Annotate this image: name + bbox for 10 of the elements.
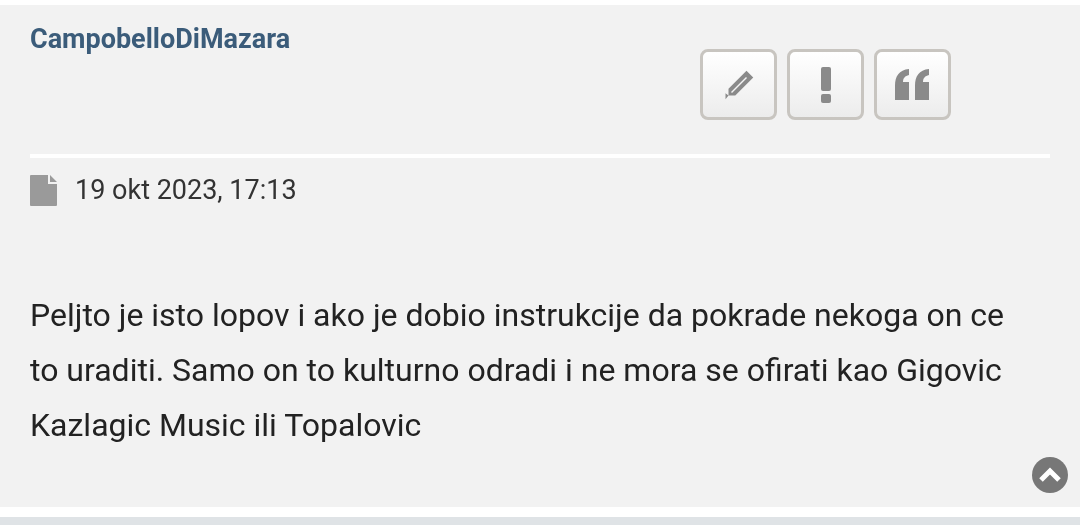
exclamation-icon	[818, 66, 833, 103]
report-button[interactable]	[787, 49, 864, 120]
back-to-top-button[interactable]	[1032, 457, 1068, 493]
author-link[interactable]: CampobelloDiMazara	[30, 23, 291, 55]
edit-button[interactable]	[700, 49, 777, 120]
post-date: 19 okt 2023, 17:13	[75, 174, 297, 206]
file-icon	[30, 174, 57, 206]
post-body: Peljto je isto lopov i ako je dobio instrukcije da pokrade nekoga on ce to uraditi. Samo on to kulturno odradi i ne mora se ofirati kao Gigovic Kazlagic Music ili Topalovic	[30, 295, 1006, 446]
quote-button[interactable]	[874, 49, 951, 120]
chevron-up-icon	[1039, 467, 1061, 483]
